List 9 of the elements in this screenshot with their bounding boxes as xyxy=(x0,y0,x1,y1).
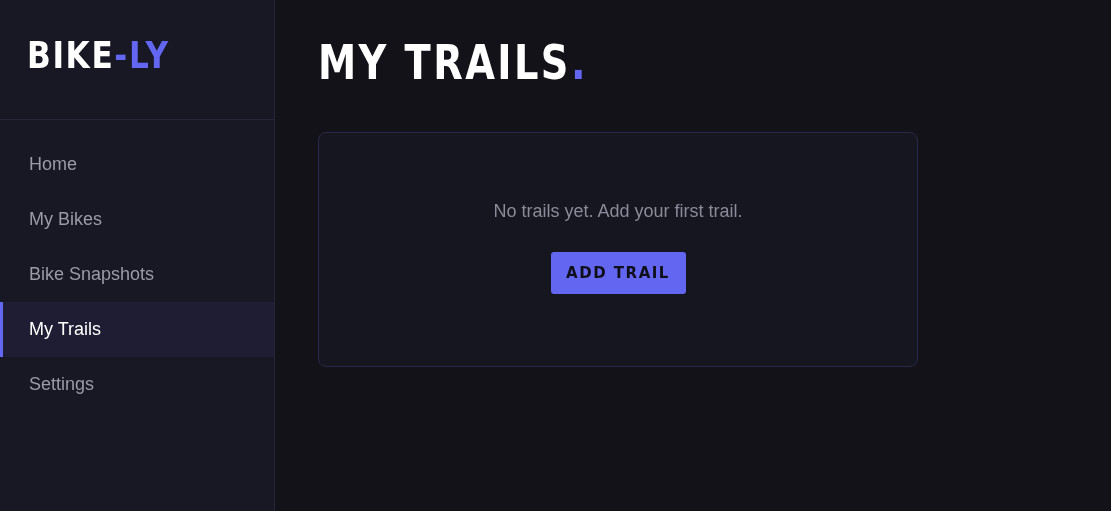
nav-item[interactable]: My Trails xyxy=(0,302,274,357)
nav-item[interactable]: Settings xyxy=(0,357,274,412)
nav-item[interactable]: Bike Snapshots xyxy=(0,247,274,302)
logo: BIKE-LY xyxy=(27,36,170,74)
add-trail-button[interactable]: ADD TRAIL xyxy=(550,252,686,294)
nav-item[interactable]: My Bikes xyxy=(0,192,274,247)
nav-item[interactable]: Home xyxy=(0,137,274,192)
empty-message: No trails yet. Add your first trail. xyxy=(493,201,743,222)
page-title: MY TRAILS. xyxy=(318,38,588,86)
